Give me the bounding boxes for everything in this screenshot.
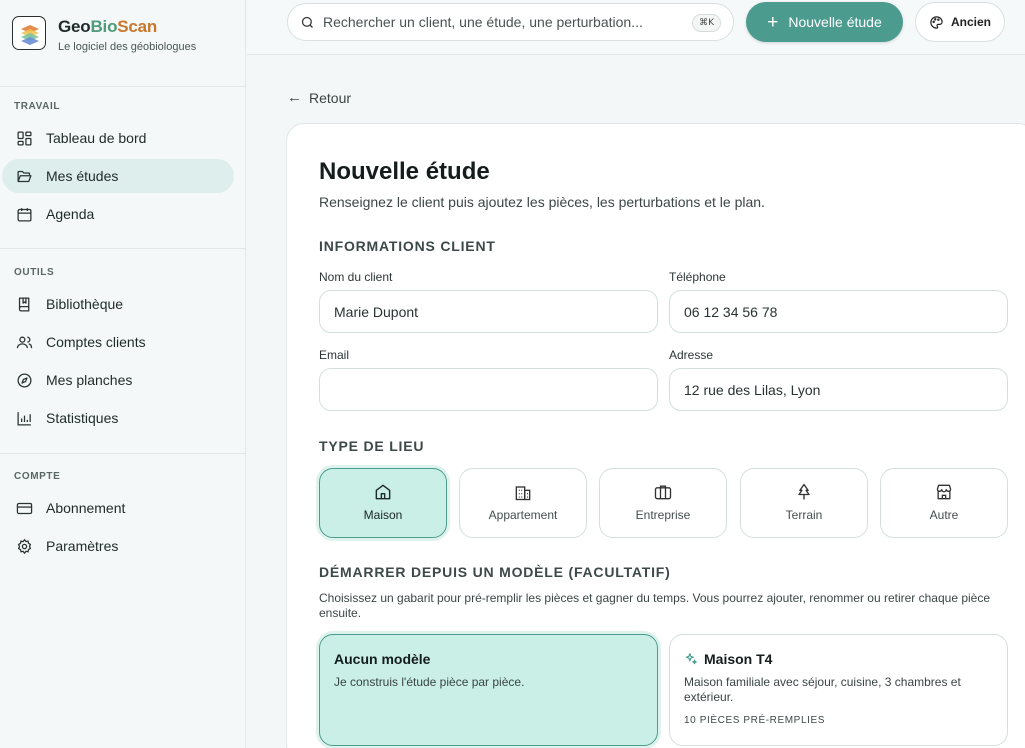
sidebar-item-label: Mes planches xyxy=(46,372,133,388)
sidebar-item-label: Statistiques xyxy=(46,410,119,426)
search-icon xyxy=(301,16,313,28)
template-title: Aucun modèle xyxy=(334,651,431,667)
new-study-button[interactable]: + Nouvelle étude xyxy=(746,2,903,42)
shortcut-badge: ⌘K xyxy=(692,14,721,32)
section-label-travail: TRAVAIL xyxy=(14,101,61,112)
sidebar-item-abonnement[interactable]: Abonnement xyxy=(2,491,234,525)
sidebar-item-label: Mes études xyxy=(46,168,119,184)
page-subtitle: Renseignez le client puis ajoutez les pi… xyxy=(319,194,765,210)
arrow-left-icon: ← xyxy=(287,89,302,106)
brand-name-geo: Geo xyxy=(58,17,91,36)
section-heading-template: DÉMARRER DEPUIS UN MODÈLE (FACULTATIF) xyxy=(319,564,671,580)
theme-label: Ancien xyxy=(950,15,991,29)
sidebar-item-label: Comptes clients xyxy=(46,334,146,350)
brand-name: GeoBioScan xyxy=(58,17,196,37)
address-input[interactable] xyxy=(669,368,1008,411)
briefcase-icon xyxy=(654,485,672,500)
theme-button[interactable]: Ancien xyxy=(915,2,1005,42)
place-type-maison[interactable]: Maison xyxy=(319,468,447,538)
gear-icon xyxy=(17,538,32,554)
sparkle-icon xyxy=(685,653,697,665)
sidebar-item-mes-planches[interactable]: Mes planches xyxy=(2,363,234,397)
place-type-label: Autre xyxy=(929,508,959,522)
divider xyxy=(0,453,246,454)
place-type-label: Appartement xyxy=(488,508,558,522)
email-input[interactable] xyxy=(319,368,658,411)
section-heading-client: INFORMATIONS CLIENT xyxy=(319,238,496,254)
name-label: Nom du client xyxy=(319,270,393,284)
template-maison-t4[interactable]: Maison T4 Maison familiale avec séjour, … xyxy=(669,634,1008,746)
compass-icon xyxy=(17,372,32,388)
address-label: Adresse xyxy=(669,348,714,362)
client-name-input[interactable] xyxy=(319,290,658,333)
sidebar-item-tableau-de-bord[interactable]: Tableau de bord xyxy=(2,121,234,155)
place-type-entreprise[interactable]: Entreprise xyxy=(599,468,727,538)
grid-icon xyxy=(17,130,32,146)
template-none[interactable]: Aucun modèle Je construis l'étude pièce … xyxy=(319,634,658,746)
bar-chart-icon xyxy=(17,411,31,426)
template-title: Maison T4 xyxy=(704,651,773,667)
place-type-label: Maison xyxy=(363,508,403,522)
place-type-appartement[interactable]: Appartement xyxy=(459,468,587,538)
place-type-terrain[interactable]: Terrain xyxy=(740,468,868,538)
tree-icon xyxy=(798,483,810,500)
sidebar-item-label: Agenda xyxy=(46,206,95,222)
sidebar-item-label: Bibliothèque xyxy=(46,296,124,312)
users-icon xyxy=(16,336,33,348)
sidebar-item-parametres[interactable]: Paramètres xyxy=(2,529,234,563)
section-heading-place-type: TYPE DE LIEU xyxy=(319,438,425,454)
phone-input[interactable] xyxy=(669,290,1008,333)
template-title-row: Maison T4 xyxy=(684,651,993,667)
sidebar-item-statistiques[interactable]: Statistiques xyxy=(2,401,234,435)
brand[interactable]: GeoBioScan Le logiciel des géobiologues xyxy=(12,16,196,53)
brand-name-bio: Bio xyxy=(90,17,118,36)
place-type-autre[interactable]: Autre xyxy=(880,468,1008,538)
sidebar-item-label: Tableau de bord xyxy=(46,130,147,146)
palette-icon xyxy=(930,15,943,29)
brand-tagline: Le logiciel des géobiologues xyxy=(58,41,197,53)
phone-label: Téléphone xyxy=(669,270,726,284)
template-body: Je construis l'étude pièce par pièce. xyxy=(334,675,525,689)
sidebar-item-mes-etudes[interactable]: Mes études xyxy=(2,159,234,193)
building-icon xyxy=(515,486,531,501)
folder-open-icon xyxy=(17,170,32,182)
topbar: ⌘K + Nouvelle étude Ancien xyxy=(247,0,1025,55)
place-type-label: Terrain xyxy=(785,508,823,522)
sidebar: GeoBioScan Le logiciel des géobiologues … xyxy=(0,0,246,748)
template-room-count: 10 PIÈCES PRÉ-REMPLIES xyxy=(684,715,826,726)
back-label: Retour xyxy=(309,89,352,106)
page-title: Nouvelle étude xyxy=(319,158,490,185)
store-icon xyxy=(936,484,952,500)
search-input[interactable] xyxy=(323,14,683,30)
email-label: Email xyxy=(319,348,350,362)
back-link[interactable]: ← Retour xyxy=(287,89,351,106)
sidebar-item-label: Abonnement xyxy=(46,500,126,516)
place-type-label: Entreprise xyxy=(635,508,691,522)
template-description: Choisissez un gabarit pour pré-remplir l… xyxy=(319,591,991,620)
sidebar-item-agenda[interactable]: Agenda xyxy=(2,197,234,231)
sidebar-item-label: Paramètres xyxy=(46,538,119,554)
logo xyxy=(12,16,46,50)
section-label-outils: OUTILS xyxy=(14,267,55,278)
template-body: Maison familiale avec séjour, cuisine, 3… xyxy=(684,675,961,704)
divider xyxy=(0,86,246,87)
brand-name-scan: Scan xyxy=(117,17,158,36)
new-study-label: Nouvelle étude xyxy=(788,14,882,30)
sidebar-item-bibliotheque[interactable]: Bibliothèque xyxy=(2,287,234,321)
credit-card-icon xyxy=(16,502,33,514)
section-label-compte: COMPTE xyxy=(14,471,61,482)
sidebar-item-comptes-clients[interactable]: Comptes clients xyxy=(2,325,234,359)
divider xyxy=(0,248,246,249)
book-icon xyxy=(18,296,30,312)
search-box[interactable]: ⌘K xyxy=(287,3,734,41)
plus-icon: + xyxy=(767,11,779,33)
house-icon xyxy=(375,484,391,500)
calendar-icon xyxy=(17,207,32,222)
